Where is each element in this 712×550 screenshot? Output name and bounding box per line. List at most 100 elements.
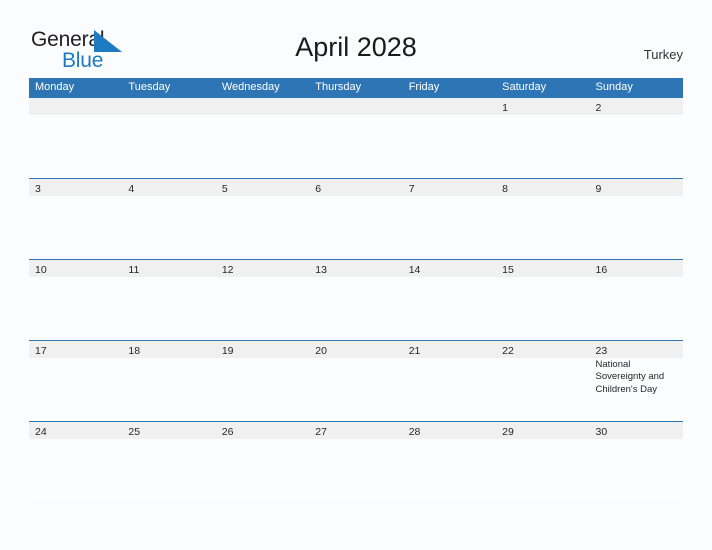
day-number: 17	[35, 345, 47, 357]
day-cell[interactable]: 19	[216, 341, 309, 358]
calendar-week-row: 10 11 12 13 14 15 16	[29, 259, 683, 340]
day-number: 20	[315, 345, 327, 357]
day-number: 8	[502, 183, 508, 195]
day-number: 28	[408, 426, 421, 438]
day-event-cell[interactable]	[496, 439, 589, 502]
day-cell[interactable]: 4	[122, 179, 215, 196]
day-event-cell[interactable]	[216, 196, 309, 259]
week-event-strip: National Sovereignty and Children's Day	[29, 358, 683, 421]
day-event-cell[interactable]	[216, 358, 309, 421]
day-cell[interactable]: 26	[216, 422, 309, 439]
day-event-cell[interactable]: National Sovereignty and Children's Day	[590, 358, 683, 421]
day-cell[interactable]: 23	[590, 341, 683, 358]
day-cell[interactable]: 16	[590, 260, 683, 277]
day-number: 3	[35, 183, 41, 195]
day-number: 23	[595, 345, 608, 357]
day-cell[interactable]: 1	[496, 98, 589, 115]
day-event-cell[interactable]	[403, 277, 496, 340]
day-event-cell[interactable]	[496, 196, 589, 259]
calendar-week-row: 3 4 5 6 7 8 9	[29, 178, 683, 259]
day-number: 13	[315, 264, 327, 276]
day-number: 18	[128, 345, 141, 357]
day-event-cell[interactable]	[496, 277, 589, 340]
day-cell[interactable]: 21	[403, 341, 496, 358]
day-event-cell[interactable]	[309, 277, 402, 340]
day-cell[interactable]: 12	[216, 260, 309, 277]
day-number: 6	[315, 183, 322, 195]
day-cell[interactable]: 18	[122, 341, 215, 358]
day-number: 21	[408, 345, 421, 357]
day-cell[interactable]: 27	[309, 422, 402, 439]
day-event-cell[interactable]	[496, 115, 589, 178]
day-event-cell[interactable]	[216, 439, 309, 502]
day-event-cell[interactable]	[590, 439, 683, 502]
day-event-cell[interactable]	[29, 277, 122, 340]
day-number: 4	[128, 183, 135, 195]
day-event-cell[interactable]	[590, 115, 683, 178]
day-number: 26	[221, 426, 234, 438]
day-cell[interactable]: 5	[216, 179, 309, 196]
day-event-cell[interactable]	[403, 439, 496, 502]
day-cell[interactable]	[403, 98, 496, 115]
day-cell[interactable]: 2	[590, 98, 683, 115]
day-cell[interactable]: 28	[403, 422, 496, 439]
day-number: 24	[35, 426, 47, 438]
day-event-cell[interactable]	[403, 115, 496, 178]
day-cell[interactable]: 24	[29, 422, 122, 439]
day-event-cell[interactable]	[309, 358, 402, 421]
day-event-cell[interactable]	[403, 358, 496, 421]
day-event-cell[interactable]	[590, 196, 683, 259]
country-label: Turkey	[643, 47, 683, 62]
day-cell[interactable]: 3	[29, 179, 122, 196]
day-cell[interactable]	[29, 98, 122, 115]
day-number: 11	[128, 264, 140, 276]
day-cell[interactable]: 7	[403, 179, 496, 196]
day-cell[interactable]: 8	[496, 179, 589, 196]
day-cell[interactable]: 15	[496, 260, 589, 277]
calendar-week-row: 24 25 26 27 28 29 30	[29, 421, 683, 502]
week-date-strip: 17 18 19 20 21 22 23	[29, 341, 683, 358]
day-cell[interactable]: 6	[309, 179, 402, 196]
day-event-cell[interactable]	[309, 439, 402, 502]
day-number: 15	[502, 264, 514, 276]
day-cell[interactable]	[122, 98, 215, 115]
day-number: 5	[221, 183, 228, 195]
week-date-strip: 10 11 12 13 14 15 16	[29, 260, 683, 277]
week-event-strip	[29, 277, 683, 340]
day-cell[interactable]: 20	[309, 341, 402, 358]
day-cell[interactable]: 10	[29, 260, 122, 277]
day-number: 14	[408, 264, 421, 276]
day-event-cell[interactable]	[309, 196, 402, 259]
day-event-cell[interactable]	[309, 115, 402, 178]
day-event-cell[interactable]	[122, 115, 215, 178]
day-event-cell[interactable]	[122, 277, 215, 340]
week-event-strip	[29, 196, 683, 259]
day-event-cell[interactable]	[29, 439, 122, 502]
day-number: 19	[221, 345, 234, 357]
day-event-cell[interactable]	[403, 196, 496, 259]
day-cell[interactable]: 25	[122, 422, 215, 439]
day-event-cell[interactable]	[216, 115, 309, 178]
day-cell[interactable]: 30	[590, 422, 683, 439]
weekday-wednesday: Wednesday	[221, 81, 280, 93]
day-event-cell[interactable]	[496, 358, 589, 421]
day-cell[interactable]: 22	[496, 341, 589, 358]
day-cell[interactable]	[216, 98, 309, 115]
day-cell[interactable]: 13	[309, 260, 402, 277]
day-cell[interactable]: 17	[29, 341, 122, 358]
week-date-strip: 24 25 26 27 28 29 30	[29, 422, 683, 439]
day-cell[interactable]: 29	[496, 422, 589, 439]
day-event-cell[interactable]	[590, 277, 683, 340]
day-event-cell[interactable]	[29, 196, 122, 259]
day-event-cell[interactable]	[29, 115, 122, 178]
day-cell[interactable]	[309, 98, 402, 115]
day-cell[interactable]: 11	[122, 260, 215, 277]
day-cell[interactable]: 14	[403, 260, 496, 277]
day-event-cell[interactable]	[122, 196, 215, 259]
day-event-cell[interactable]	[122, 439, 215, 502]
day-event-cell[interactable]	[29, 358, 122, 421]
day-number: 2	[595, 102, 602, 114]
day-event-cell[interactable]	[122, 358, 215, 421]
day-cell[interactable]: 9	[590, 179, 683, 196]
day-event-cell[interactable]	[216, 277, 309, 340]
